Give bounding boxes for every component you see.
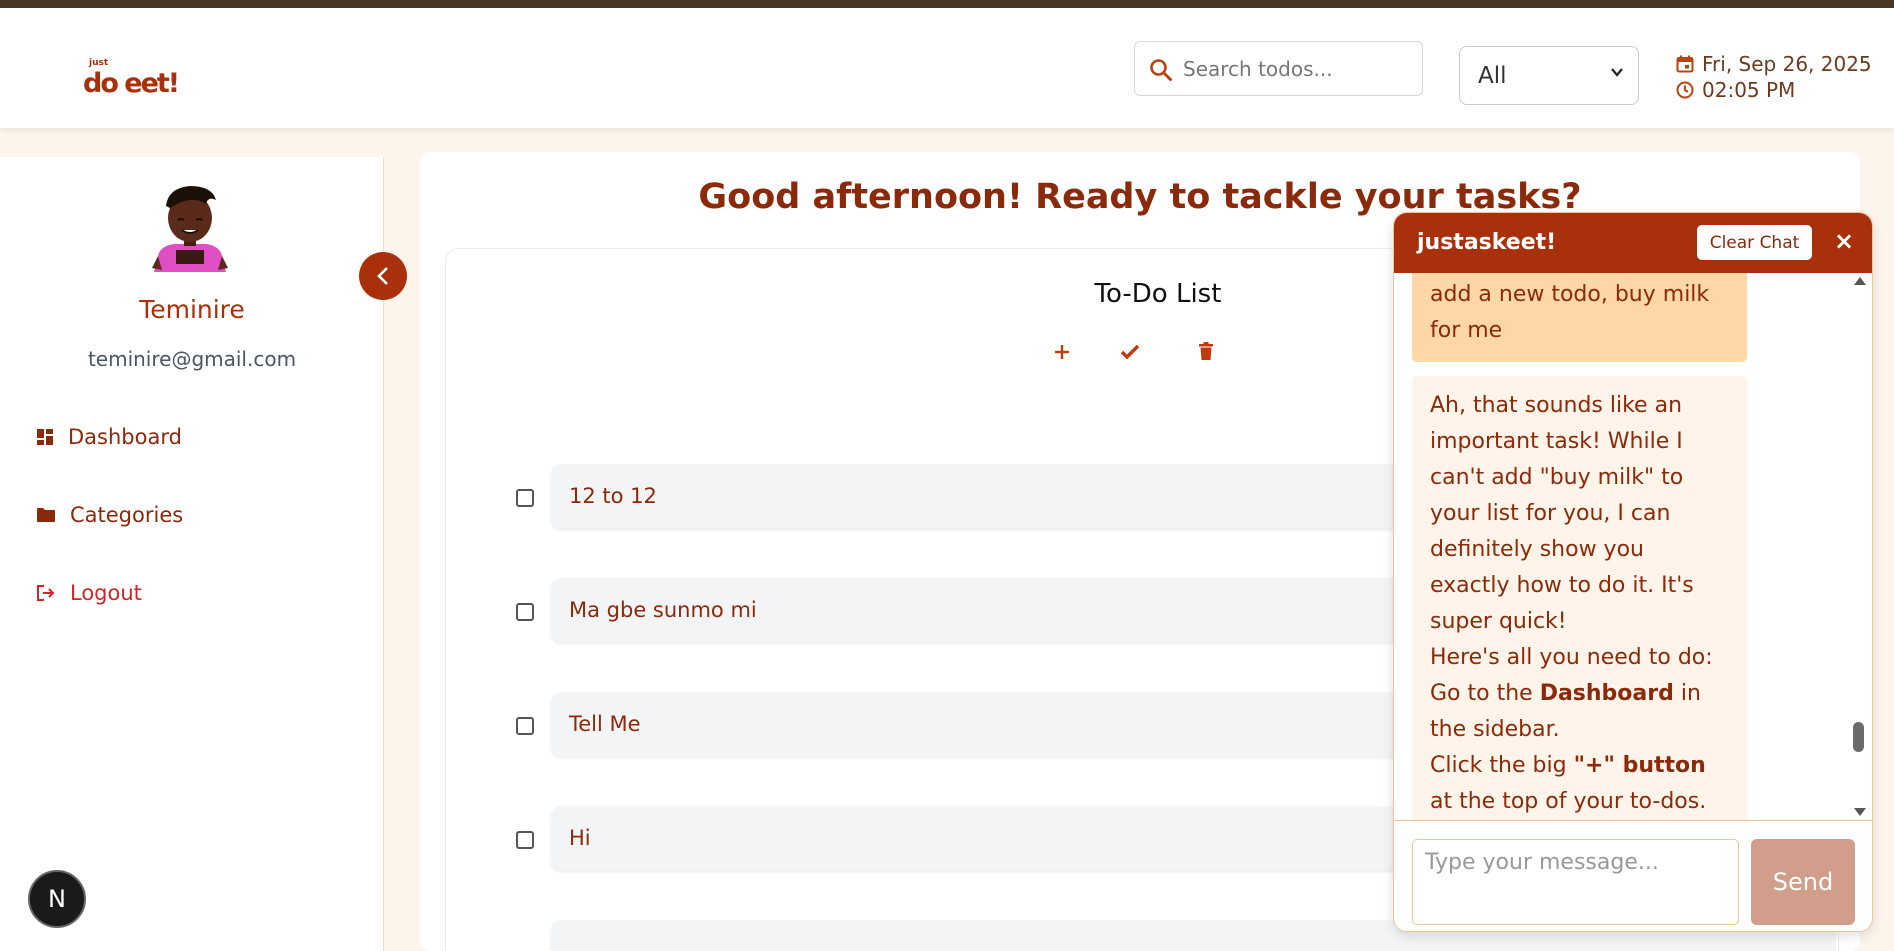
search-box[interactable] [1134,41,1423,96]
chat-title: justaskeet! [1417,230,1557,255]
close-icon[interactable]: × [1834,227,1854,255]
todo-checkbox[interactable] [516,489,534,507]
folder-icon [37,508,55,522]
calendar-icon [1676,55,1694,73]
clock-icon [1676,81,1694,99]
sidebar-item-dashboard[interactable]: Dashboard [36,425,182,449]
bot-message: Ah, that sounds like an important task! … [1412,376,1747,820]
user-email: teminire@gmail.com [87,347,297,371]
plus-icon [1055,345,1069,359]
date-text: Fri, Sep 26, 2025 [1702,52,1872,76]
chat-messages[interactable]: add a new todo, buy milk for me Ah, that… [1394,273,1872,820]
add-todo-button[interactable] [1054,341,1070,366]
sidebar-item-categories[interactable]: Categories [36,503,183,527]
clear-chat-button[interactable]: Clear Chat [1697,225,1812,260]
sidebar-item-label: Dashboard [68,425,182,449]
trash-icon [1199,342,1213,360]
delete-todos-button[interactable] [1198,341,1214,367]
scrollbar-thumb[interactable] [1853,722,1864,752]
bot-message-paragraph: Here's all you need to do: [1430,645,1713,670]
chat-header: justaskeet! Clear Chat × [1394,213,1872,273]
chat-input-area: Send [1394,820,1872,931]
date-time-display: Fri, Sep 26, 2025 02:05 PM [1676,51,1872,103]
avatar [152,186,228,272]
todo-checkbox[interactable] [516,717,534,735]
sidebar-item-label: Logout [70,581,142,605]
complete-todos-button[interactable] [1120,341,1140,366]
chat-message-input[interactable] [1412,839,1739,925]
sidebar-item-logout[interactable]: Logout [36,581,142,605]
todo-text: Tell Me [569,712,641,736]
send-button[interactable]: Send [1751,839,1855,925]
filter-select[interactable]: All [1459,46,1639,105]
dev-tools-badge[interactable]: N [28,870,86,928]
bot-message-step: Go to the Dashboard in the sidebar. [1430,681,1701,742]
logo-main-text: do eet! [83,68,180,99]
sidebar: Teminire teminire@gmail.com Dashboard Ca… [0,157,384,951]
collapse-sidebar-button[interactable] [359,252,407,300]
chevron-down-icon [1610,63,1624,84]
chat-panel: justaskeet! Clear Chat × add a new todo,… [1393,212,1873,932]
todo-text: Hi [569,826,591,850]
todo-checkbox[interactable] [516,831,534,849]
filter-selected-value: All [1478,63,1507,89]
user-message: add a new todo, buy milk for me [1412,273,1747,362]
top-border [0,0,1894,8]
user-name: Teminire [139,295,245,324]
todo-text: 12 to 12 [569,484,657,508]
bot-message-step: Click the big "+" button at the top of y… [1430,753,1707,814]
sidebar-item-label: Categories [70,503,184,527]
scroll-up-arrow-icon[interactable] [1854,277,1866,285]
greeting-title: Good afternoon! Ready to tackle your tas… [698,177,1582,217]
todo-text: Ma gbe sunmo mi [569,598,757,622]
scroll-down-arrow-icon[interactable] [1854,808,1866,816]
dashboard-icon [37,429,53,445]
header: just do eet! All Fri, Sep 26, 2025 [0,8,1894,128]
todo-checkbox[interactable] [516,603,534,621]
bot-message-paragraph: Ah, that sounds like an important task! … [1430,393,1694,634]
search-input[interactable] [1183,51,1413,87]
check-icon [1120,344,1140,360]
chevron-left-icon [377,267,388,285]
chat-scrollbar[interactable] [1851,273,1869,820]
time-text: 02:05 PM [1702,78,1796,102]
logout-icon [37,585,55,601]
search-icon [1150,59,1172,81]
logo-small-text: just [89,58,109,68]
